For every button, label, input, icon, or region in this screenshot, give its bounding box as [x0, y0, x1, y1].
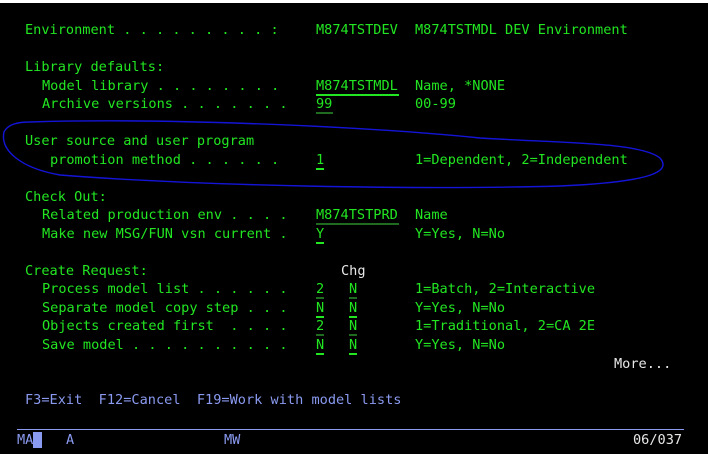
annotation-ellipse	[2, 120, 664, 189]
